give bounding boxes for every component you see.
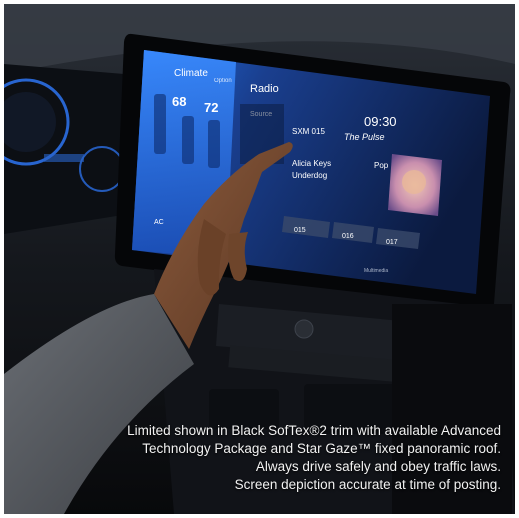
preset-3: 017	[386, 239, 398, 246]
disclaimer-caption: Limited shown in Black SofTex®2 trim wit…	[11, 422, 501, 494]
genre-label: Pop	[374, 161, 389, 170]
climate-title: Climate	[174, 68, 208, 79]
channel-name: The Pulse	[344, 132, 385, 142]
artist-name: Alicia Keys	[292, 159, 331, 168]
caption-line-3: Always drive safely and obey traffic law…	[255, 459, 501, 474]
song-name: Underdog	[292, 171, 327, 180]
preset-2: 016	[342, 233, 354, 240]
temp-left: 68	[172, 94, 186, 109]
climate-option: Option	[214, 78, 232, 84]
temp-right: 72	[204, 100, 218, 115]
preset-1: 015	[294, 227, 306, 234]
ac-label: AC	[154, 219, 164, 226]
brand-small: Multimedia	[364, 268, 388, 274]
caption-line-2: Technology Package and Star Gaze™ fixed …	[142, 441, 501, 456]
caption-line-1: Limited shown in Black SofTex®2 trim wit…	[127, 423, 501, 438]
radio-title: Radio	[250, 83, 279, 95]
caption-line-4: Screen depiction accurate at time of pos…	[234, 477, 501, 492]
instrument-cluster	[4, 64, 129, 234]
clock-time: 09:30	[364, 114, 397, 129]
station-label: SXM 015	[292, 127, 325, 136]
photo-frame: Climate Option 68 72 AC Radio Source SXM…	[4, 4, 515, 514]
